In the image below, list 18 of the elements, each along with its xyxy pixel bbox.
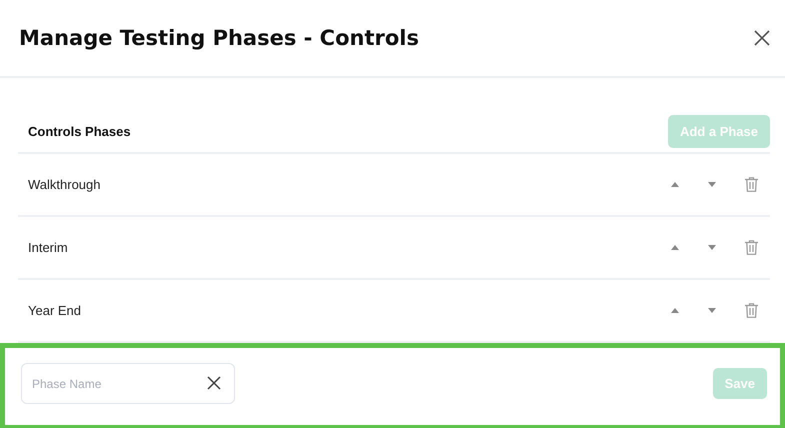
trash-icon[interactable] — [745, 303, 758, 318]
phase-name-field[interactable]: Phase Name — [21, 363, 235, 404]
move-down-icon[interactable] — [708, 182, 716, 187]
move-down-icon[interactable] — [708, 308, 716, 313]
phase-name: Interim — [28, 240, 68, 255]
move-up-icon[interactable] — [671, 245, 679, 250]
move-up-icon[interactable] — [671, 182, 679, 187]
trash-icon[interactable] — [745, 177, 758, 192]
dialog-title: Manage Testing Phases - Controls — [19, 26, 419, 50]
move-up-icon[interactable] — [671, 308, 679, 313]
section-heading: Controls Phases — [28, 124, 131, 138]
phase-name: Walkthrough — [28, 177, 100, 192]
phase-name: Year End — [28, 303, 82, 318]
close-icon — [754, 30, 770, 46]
close-button[interactable] — [752, 28, 772, 48]
trash-icon[interactable] — [745, 240, 758, 255]
clear-icon[interactable] — [207, 376, 221, 390]
move-down-icon[interactable] — [708, 245, 716, 250]
